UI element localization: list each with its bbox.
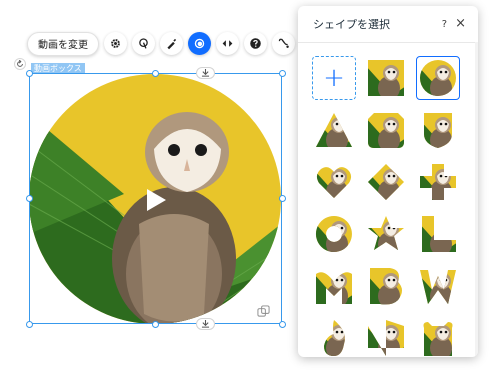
change-video-button[interactable]: 動画を変更	[27, 31, 99, 56]
rotate-icon[interactable]	[14, 58, 26, 70]
ring-shape-icon	[315, 216, 352, 252]
triangle-shape-icon	[316, 113, 352, 147]
blob-flame-shape-icon	[324, 320, 345, 356]
add-shape-button[interactable]: +	[312, 56, 356, 100]
blob-w-shape-icon	[420, 270, 456, 304]
shape-mask-icon	[194, 38, 205, 49]
shape-option-shield[interactable]	[416, 108, 460, 152]
circle-shape-icon	[420, 60, 456, 96]
panel-scrollbar[interactable]	[475, 42, 478, 357]
element-toolbar: 動画を変更	[27, 31, 295, 56]
resize-handle-right[interactable]	[279, 195, 286, 202]
panel-close-button[interactable]: ×	[455, 16, 466, 31]
resize-handle-bottom-left[interactable]	[26, 321, 33, 328]
resize-handle-bottom[interactable]	[152, 321, 159, 328]
shape-option-heart[interactable]	[312, 160, 356, 204]
resize-handle-top-right[interactable]	[279, 70, 286, 77]
shape-option-rounded-notched[interactable]	[364, 108, 408, 152]
arrow-down-icon	[201, 69, 210, 77]
settings-button[interactable]	[104, 32, 127, 55]
navigate-icon	[222, 40, 233, 47]
help-icon	[250, 38, 261, 49]
panel-title: シェイプを選択	[313, 18, 390, 31]
blob-m-shape-icon	[316, 272, 352, 304]
shape-option-blob-flame[interactable]	[312, 316, 356, 357]
navigate-button[interactable]	[216, 32, 239, 55]
connect-icon	[278, 38, 289, 48]
design-button[interactable]	[160, 32, 183, 55]
shape-mask-button[interactable]	[188, 32, 211, 55]
cross-shape-icon	[420, 164, 456, 200]
design-brush-icon	[167, 38, 177, 50]
heart-shape-icon	[316, 167, 352, 198]
diamond-shape-icon	[368, 164, 404, 200]
gear-icon	[111, 39, 120, 48]
arrow-down-icon	[201, 320, 210, 328]
shape-option-diamond[interactable]	[364, 160, 408, 204]
panel-header: シェイプを選択 ? ×	[298, 6, 478, 43]
stretch-top-button[interactable]	[196, 67, 215, 79]
panel-help-button[interactable]: ?	[442, 19, 447, 30]
l-shape-shape-icon	[422, 216, 456, 252]
blob-dog-shape-icon	[423, 322, 453, 356]
blob-b-shape-icon	[370, 268, 402, 305]
shape-option-blob-m[interactable]	[312, 264, 356, 308]
star-shape-icon	[368, 216, 404, 250]
leaf-shape-icon	[368, 320, 404, 356]
shape-option-leaf[interactable]	[364, 316, 408, 357]
animation-button[interactable]	[132, 32, 155, 55]
shape-option-cross[interactable]	[416, 160, 460, 204]
shield-shape-icon	[424, 113, 452, 148]
shape-option-blob-w[interactable]	[416, 264, 460, 308]
square-shape-icon	[368, 60, 404, 96]
plus-icon: +	[323, 63, 345, 93]
stretch-bottom-button[interactable]	[196, 318, 215, 330]
shape-option-square[interactable]	[364, 56, 408, 100]
rounded-notched-shape-icon	[368, 113, 404, 148]
shape-option-l-shape[interactable]	[416, 212, 460, 256]
animation-icon	[139, 38, 148, 49]
shape-chooser-panel: シェイプを選択 ? × +	[298, 6, 478, 357]
resize-handle-left[interactable]	[26, 195, 33, 202]
help-button[interactable]	[244, 32, 267, 55]
shape-option-triangle[interactable]	[312, 108, 356, 152]
connect-button[interactable]	[272, 32, 295, 55]
shape-option-circle[interactable]	[416, 56, 460, 100]
shape-option-ring[interactable]	[312, 212, 356, 256]
selection-frame	[29, 73, 282, 324]
shape-option-blob-dog[interactable]	[416, 316, 460, 357]
resize-handle-bottom-right[interactable]	[279, 321, 286, 328]
editor-canvas: 動画を変更 動画ボックス シェイプを選択 ? × +	[0, 0, 500, 374]
resize-handle-top-left[interactable]	[26, 70, 33, 77]
shape-option-blob-b[interactable]	[364, 264, 408, 308]
shape-option-star[interactable]	[364, 212, 408, 256]
resize-handle-top[interactable]	[152, 70, 159, 77]
